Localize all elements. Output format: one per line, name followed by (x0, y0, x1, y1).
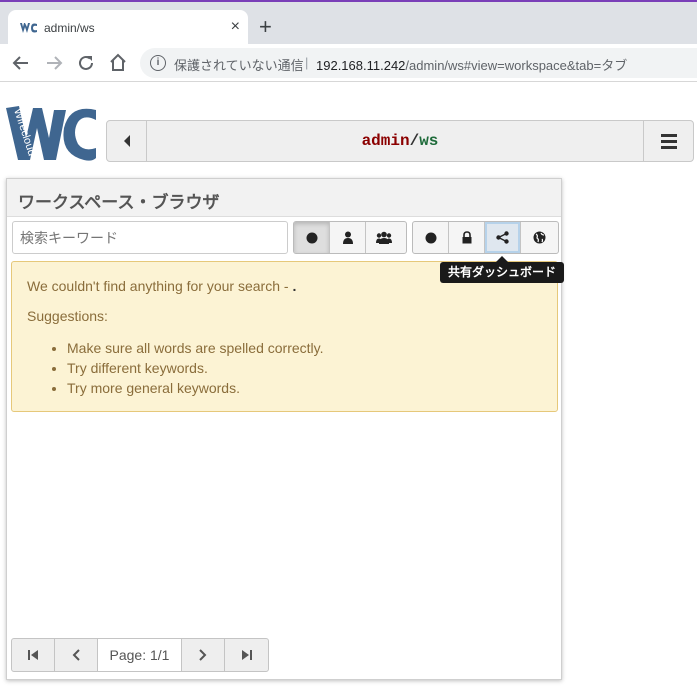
filter-mine-button[interactable] (330, 222, 366, 253)
search-query: . (292, 278, 297, 294)
tab-title: admin/ws (44, 21, 95, 35)
browser-tabstrip: admin/ws × + (0, 0, 697, 46)
reload-icon[interactable] (74, 51, 98, 75)
browser-tab[interactable]: admin/ws × (8, 10, 248, 46)
first-page-icon (27, 650, 38, 660)
url-separator: | (305, 55, 309, 70)
workspace-name: ws (419, 132, 439, 150)
filter-all-button[interactable] (294, 222, 330, 253)
panel-title: ワークスペース・ブラウザ (18, 193, 220, 212)
suggestion-item: Try more general keywords. (67, 378, 324, 398)
suggestion-item: Make sure all words are spelled correctl… (67, 338, 324, 358)
url-host: 192.168.11.242 (316, 58, 406, 73)
page-indicator: Page: 1/1 (97, 639, 183, 671)
menu-button[interactable] (643, 121, 693, 161)
insecure-label: 保護されていない通信 (174, 58, 304, 73)
shared-tooltip: 共有ダッシュボード (440, 262, 564, 283)
user-icon (342, 231, 353, 244)
circle-icon (425, 232, 436, 243)
circle-icon (306, 232, 317, 243)
wirecloud-favicon-icon (20, 23, 37, 33)
menu-icon-bar (661, 140, 677, 143)
last-page-icon (241, 650, 252, 660)
visibility-shared-button[interactable] (485, 222, 521, 253)
tab-close-icon[interactable]: × (231, 18, 240, 36)
menu-icon-bar (661, 146, 677, 149)
page-title: admin/ws (107, 132, 693, 150)
visibility-all-button[interactable] (413, 222, 449, 253)
suggestions-list: Make sure all words are spelled correctl… (67, 338, 324, 398)
top-bar: admin/ws (106, 120, 694, 162)
url-path: /admin/ws#view=workspace&tab=タブ (405, 58, 628, 73)
browser-toolbar: i 保護されていない通信 | 192.168.11.242/admin/ws#v… (0, 44, 697, 82)
share-icon (496, 231, 509, 244)
suggestion-item: Try different keywords. (67, 358, 324, 378)
workspace-browser-panel: ワークスペース・ブラウザ We couldn't find anything f… (6, 178, 562, 680)
group-icon (376, 231, 392, 244)
globe-icon (533, 231, 545, 244)
filter-groups-button[interactable] (366, 222, 402, 253)
new-tab-button[interactable]: + (259, 16, 272, 38)
info-icon[interactable]: i (150, 55, 166, 71)
pagination: Page: 1/1 (11, 638, 269, 672)
address-bar[interactable]: i 保護されていない通信 | 192.168.11.242/admin/ws#v… (140, 48, 697, 78)
title-slash: / (409, 132, 420, 150)
search-input[interactable] (12, 221, 288, 254)
chevron-right-icon (199, 649, 207, 661)
forward-arrow-icon[interactable] (42, 51, 66, 75)
workspace-owner: admin (361, 132, 410, 150)
wirecloud-logo[interactable]: Wirecloud (4, 102, 100, 164)
suggestions-title: Suggestions: (27, 308, 108, 324)
no-results-alert: We couldn't find anything for your searc… (11, 261, 558, 412)
first-page-button[interactable] (12, 639, 55, 671)
menu-icon (661, 134, 677, 137)
no-results-text: We couldn't find anything for your searc… (27, 278, 293, 294)
owner-filter-group (293, 221, 407, 254)
chevron-left-icon (72, 649, 80, 661)
visibility-filter-group (412, 221, 559, 254)
no-results-message: We couldn't find anything for your searc… (27, 278, 296, 294)
url-text[interactable]: 192.168.11.242/admin/ws#view=workspace&t… (316, 55, 627, 74)
back-arrow-icon[interactable] (9, 51, 33, 75)
home-icon[interactable] (106, 51, 130, 75)
visibility-private-button[interactable] (449, 222, 485, 253)
panel-header: ワークスペース・ブラウザ (7, 179, 561, 217)
last-page-button[interactable] (225, 639, 268, 671)
prev-page-button[interactable] (55, 639, 98, 671)
visibility-public-button[interactable] (521, 222, 557, 253)
next-page-button[interactable] (182, 639, 226, 671)
lock-icon (462, 231, 471, 244)
